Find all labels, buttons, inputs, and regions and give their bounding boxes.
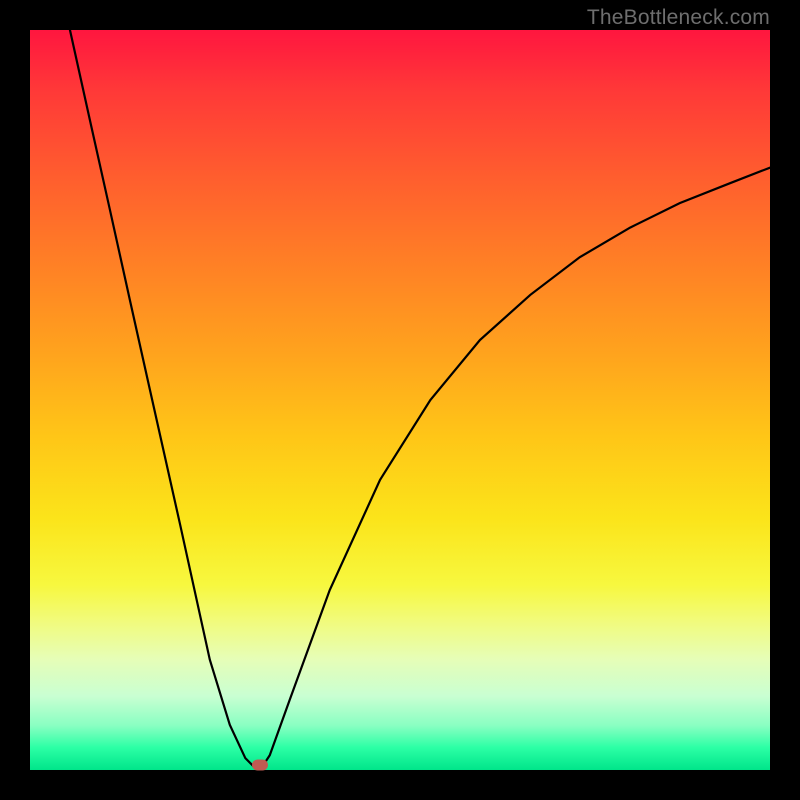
curve-svg — [30, 30, 770, 770]
optimum-marker — [252, 759, 268, 770]
curve-right-branch — [260, 168, 770, 770]
chart-plot-area — [30, 30, 770, 770]
watermark-text: TheBottleneck.com — [587, 6, 770, 30]
curve-left-branch — [70, 30, 260, 770]
